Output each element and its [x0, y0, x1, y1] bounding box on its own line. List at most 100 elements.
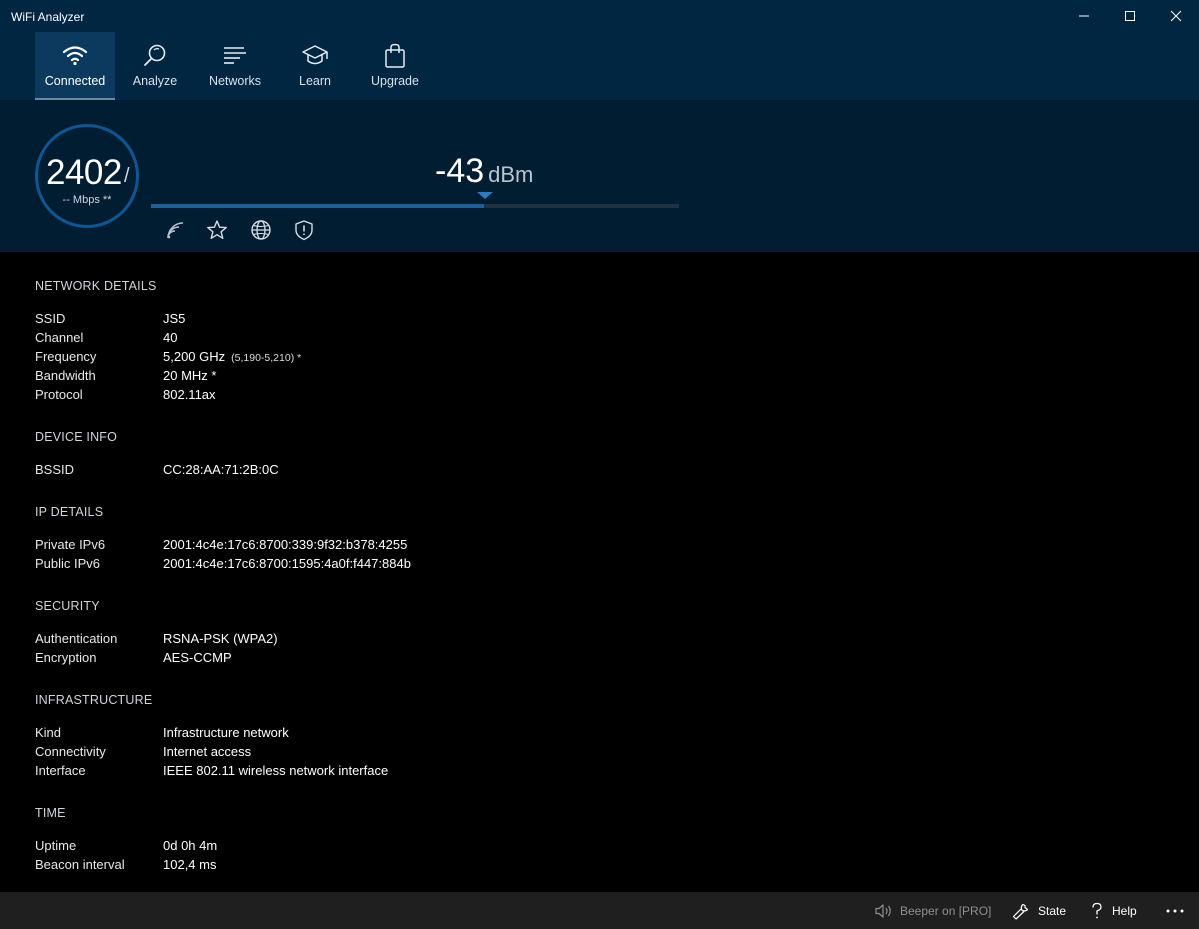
- magnifier-icon: [115, 43, 195, 69]
- favorite-star-icon[interactable]: [206, 219, 228, 241]
- signal-strength-readout: -43 dBm: [435, 152, 533, 191]
- detail-row-private-ipv6: Private IPv6 2001:4c4e:17c6:8700:339:9f3…: [35, 537, 635, 556]
- detail-row-interface: Interface IEEE 802.11 wireless network i…: [35, 763, 635, 782]
- detail-row-uptime: Uptime 0d 0h 4m: [35, 838, 635, 857]
- link-speed-gauge: 2402 / -- Mbps **: [35, 124, 139, 228]
- tab-learn-label: Learn: [299, 74, 331, 88]
- shopping-bag-icon: [355, 43, 435, 69]
- detail-row-frequency: Frequency 5,200 GHz (5,190-5,210) *: [35, 349, 635, 368]
- status-bar: Beeper on [PRO] State Help: [0, 892, 1199, 929]
- globe-icon[interactable]: [250, 219, 272, 241]
- tab-connected[interactable]: Connected: [35, 32, 115, 100]
- tab-connected-label: Connected: [44, 74, 106, 88]
- detail-row-encryption: Encryption AES-CCMP: [35, 650, 635, 669]
- detail-row-authentication: Authentication RSNA-PSK (WPA2): [35, 631, 635, 650]
- tab-upgrade[interactable]: Upgrade: [355, 32, 435, 100]
- details-panel: NETWORK DETAILS SSID JS5 Channel 40 Freq…: [0, 252, 1199, 892]
- link-speed-unit: -- Mbps **: [62, 194, 112, 206]
- help-label: Help: [1112, 903, 1137, 918]
- detail-row-beacon-interval: Beacon interval 102,4 ms: [35, 857, 635, 876]
- wrench-icon: [1012, 903, 1029, 920]
- app-title: WiFi Analyzer: [11, 10, 85, 24]
- detail-row-public-ipv6: Public IPv6 2001:4c4e:17c6:8700:1595:4a0…: [35, 556, 635, 575]
- detail-value: RSNA-PSK (WPA2): [163, 631, 278, 646]
- detail-value: Infrastructure network: [163, 725, 289, 740]
- tab-learn[interactable]: Learn: [275, 32, 355, 100]
- more-icon: [1166, 909, 1184, 912]
- detail-value: 40: [163, 330, 178, 345]
- detail-key: Kind: [35, 725, 62, 740]
- detail-value: 102,4 ms: [163, 857, 217, 872]
- shield-icon[interactable]: [293, 219, 315, 241]
- detail-value: IEEE 802.11 wireless network interface: [163, 763, 389, 778]
- section-device-info-title: DEVICE INFO: [35, 430, 118, 444]
- section-time-title: TIME: [35, 806, 66, 820]
- detail-key: Beacon interval: [35, 857, 125, 872]
- detail-value: 2001:4c4e:17c6:8700:339:9f32:b378:4255: [163, 537, 408, 552]
- detail-value: 2001:4c4e:17c6:8700:1595:4a0f:f447:884b: [163, 556, 411, 571]
- signal-strength-bar: [151, 204, 679, 208]
- beeper-label: Beeper on [PRO]: [900, 903, 992, 918]
- help-button[interactable]: Help: [1090, 892, 1137, 929]
- nav-bar: Connected Analyze Networks Learn Upgrade: [0, 32, 1199, 100]
- signal-strength-fill: [151, 204, 484, 208]
- detail-value: JS5: [163, 311, 186, 326]
- close-icon: [1170, 10, 1182, 22]
- detail-key: Authentication: [35, 631, 118, 646]
- minimize-icon: [1079, 15, 1089, 17]
- detail-row-connectivity: Connectivity Internet access: [35, 744, 635, 763]
- detail-row-ssid: SSID JS5: [35, 311, 635, 330]
- detail-value-group: 5,200 GHz (5,190-5,210) *: [163, 349, 301, 364]
- detail-row-protocol: Protocol 802.11ax: [35, 387, 635, 406]
- section-security-title: SECURITY: [35, 599, 100, 613]
- maximize-button[interactable]: [1107, 0, 1153, 32]
- detail-row-bandwidth: Bandwidth 20 MHz *: [35, 368, 635, 387]
- detail-value: AES-CCMP: [163, 650, 232, 665]
- frequency-range: (5,190-5,210) *: [231, 352, 302, 364]
- maximize-icon: [1125, 11, 1135, 21]
- close-button[interactable]: [1153, 0, 1199, 32]
- detail-key: Uptime: [35, 838, 77, 853]
- detail-key: Channel: [35, 330, 84, 345]
- beeper-button[interactable]: Beeper on [PRO]: [874, 892, 991, 929]
- tab-networks-label: Networks: [208, 74, 262, 88]
- detail-value: 0d 0h 4m: [163, 838, 218, 853]
- detail-key: BSSID: [35, 462, 75, 477]
- detail-key: SSID: [35, 311, 66, 326]
- tab-networks[interactable]: Networks: [195, 32, 275, 100]
- signal-strength-icon[interactable]: [164, 219, 186, 241]
- detail-value: CC:28:AA:71:2B:0C: [163, 462, 279, 477]
- detail-key: Encryption: [35, 650, 97, 665]
- detail-row-channel: Channel 40: [35, 330, 635, 349]
- signal-panel: 2402 / -- Mbps ** -43 dBm: [0, 100, 1199, 252]
- detail-key: Public IPv6: [35, 556, 101, 571]
- wifi-icon: [35, 43, 115, 69]
- detail-value: Internet access: [163, 744, 252, 759]
- detail-key: Frequency: [35, 349, 97, 364]
- section-ip-details-title: IP DETAILS: [35, 505, 104, 519]
- tab-analyze-label: Analyze: [132, 74, 178, 88]
- tab-analyze[interactable]: Analyze: [115, 32, 195, 100]
- detail-value: 802.11ax: [163, 387, 216, 402]
- detail-value: 5,200 GHz: [163, 349, 226, 364]
- dbm-unit: dBm: [488, 162, 534, 187]
- state-button[interactable]: State: [1012, 892, 1066, 929]
- detail-key: Connectivity: [35, 744, 106, 759]
- title-bar: WiFi Analyzer: [0, 0, 1199, 32]
- question-icon: [1092, 902, 1102, 918]
- dbm-value: -43: [435, 152, 485, 190]
- detail-value: 20 MHz *: [163, 368, 217, 383]
- detail-row-bssid: BSSID CC:28:AA:71:2B:0C: [35, 462, 635, 481]
- tab-upgrade-label: Upgrade: [371, 74, 419, 88]
- link-speed-slash: /: [124, 165, 130, 187]
- detail-key: Private IPv6: [35, 537, 106, 552]
- state-label: State: [1038, 903, 1067, 918]
- detail-row-kind: Kind Infrastructure network: [35, 725, 635, 744]
- detail-key: Interface: [35, 763, 86, 778]
- speaker-icon: [875, 903, 891, 918]
- more-button[interactable]: [1166, 892, 1192, 929]
- minimize-button[interactable]: [1061, 0, 1107, 32]
- list-icon: [195, 43, 275, 69]
- section-infrastructure-title: INFRASTRUCTURE: [35, 693, 153, 707]
- signal-strength-marker: [477, 192, 493, 199]
